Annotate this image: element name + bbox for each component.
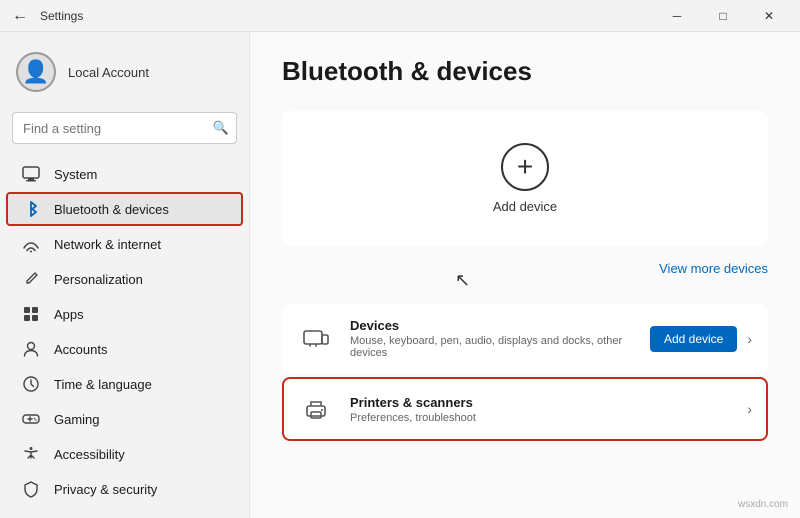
minimize-button[interactable]: ─ (654, 0, 700, 32)
gaming-icon (22, 410, 40, 428)
sidebar-label-network: Network & internet (54, 237, 161, 252)
titlebar: ← Settings ─ □ ✕ (0, 0, 800, 32)
sidebar-label-time: Time & language (54, 377, 152, 392)
search-icon: 🔍 (213, 120, 229, 136)
sidebar-label-personalization: Personalization (54, 272, 143, 287)
sidebar-item-system[interactable]: System (6, 157, 243, 191)
sidebar-label-apps: Apps (54, 307, 84, 322)
sidebar: 👤 Local Account 🔍 System Bluetooth & devi… (0, 32, 250, 518)
close-button[interactable]: ✕ (746, 0, 792, 32)
sidebar-label-accessibility: Accessibility (54, 447, 125, 462)
time-icon (22, 375, 40, 393)
sidebar-label-accounts: Accounts (54, 342, 107, 357)
privacy-icon (22, 480, 40, 498)
accessibility-icon (22, 445, 40, 463)
personalization-icon (22, 270, 40, 288)
sidebar-item-apps[interactable]: Apps (6, 297, 243, 331)
add-device-icon: + (501, 143, 549, 191)
sidebar-item-gaming[interactable]: Gaming (6, 402, 243, 436)
main-content: Bluetooth & devices + Add device View mo… (250, 32, 800, 518)
search-input[interactable] (12, 112, 237, 144)
plus-icon: + (517, 151, 533, 183)
nav-list: System Bluetooth & devices Network & inter… (0, 156, 249, 507)
settings-row-printers[interactable]: Printers & scanners Preferences, troubles… (282, 377, 768, 441)
sidebar-item-accessibility[interactable]: Accessibility (6, 437, 243, 471)
back-button[interactable]: ← (8, 7, 32, 25)
settings-row-devices[interactable]: Devices Mouse, keyboard, pen, audio, disp… (282, 304, 768, 373)
accounts-icon (22, 340, 40, 358)
view-more-container: View more devices (282, 250, 768, 288)
user-icon: 👤 (22, 59, 49, 85)
printers-action: › (747, 401, 752, 417)
search-container: 🔍 (12, 112, 237, 144)
sidebar-label-system: System (54, 167, 97, 182)
apps-icon (22, 305, 40, 323)
app-title: Settings (40, 9, 83, 23)
printers-chevron: › (747, 401, 752, 417)
network-icon (22, 235, 40, 253)
add-device-label: Add device (493, 199, 557, 214)
user-name: Local Account (68, 65, 149, 80)
titlebar-left: ← Settings (8, 7, 83, 25)
devices-chevron: › (747, 331, 752, 347)
devices-icon (298, 321, 334, 357)
devices-title: Devices (350, 318, 634, 333)
settings-rows: Devices Mouse, keyboard, pen, audio, disp… (282, 304, 768, 441)
printers-text: Printers & scanners Preferences, troubles… (350, 395, 731, 424)
printers-subtitle: Preferences, troubleshoot (350, 412, 731, 424)
add-device-card[interactable]: + Add device (282, 111, 768, 246)
sidebar-item-personalization[interactable]: Personalization (6, 262, 243, 296)
devices-text: Devices Mouse, keyboard, pen, audio, disp… (350, 318, 634, 359)
avatar: 👤 (16, 52, 56, 92)
maximize-button[interactable]: □ (700, 0, 746, 32)
sidebar-item-privacy[interactable]: Privacy & security (6, 472, 243, 506)
view-more-link[interactable]: View more devices (659, 261, 768, 276)
app-container: 👤 Local Account 🔍 System Bluetooth & devi… (0, 32, 800, 518)
devices-add-button[interactable]: Add device (650, 326, 737, 352)
sidebar-label-gaming: Gaming (54, 412, 100, 427)
system-icon (22, 165, 40, 183)
sidebar-item-accounts[interactable]: Accounts (6, 332, 243, 366)
sidebar-label-privacy: Privacy & security (54, 482, 157, 497)
window-controls: ─ □ ✕ (654, 0, 792, 32)
user-profile[interactable]: 👤 Local Account (0, 40, 249, 104)
sidebar-item-network[interactable]: Network & internet (6, 227, 243, 261)
printers-icon (298, 391, 334, 427)
devices-subtitle: Mouse, keyboard, pen, audio, displays an… (350, 335, 634, 359)
sidebar-label-bluetooth: Bluetooth & devices (54, 202, 169, 217)
page-title: Bluetooth & devices (282, 56, 768, 87)
devices-action: Add device › (650, 326, 752, 352)
sidebar-item-time[interactable]: Time & language (6, 367, 243, 401)
printers-title: Printers & scanners (350, 395, 731, 410)
bluetooth-icon (22, 200, 40, 218)
sidebar-item-bluetooth[interactable]: Bluetooth & devices (6, 192, 243, 226)
